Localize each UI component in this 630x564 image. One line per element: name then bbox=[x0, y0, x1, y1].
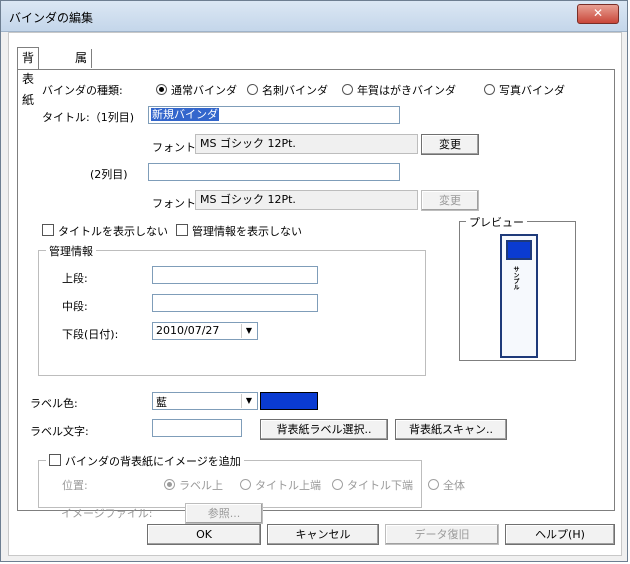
date-value: 2010/07/27 bbox=[156, 324, 220, 337]
radio-title-top[interactable]: タイトル上端 bbox=[240, 477, 321, 493]
radio-label: 全体 bbox=[443, 479, 465, 492]
label-color-label: ラベル色: bbox=[30, 397, 78, 410]
upper-input[interactable] bbox=[152, 266, 318, 284]
position-label: 位置: bbox=[62, 479, 88, 492]
ok-button[interactable]: OK bbox=[147, 524, 261, 545]
radio-card-binder[interactable]: 名刺バインダ bbox=[247, 82, 328, 98]
radio-normal-binder[interactable]: 通常バインダ bbox=[156, 82, 237, 98]
radio-dot bbox=[342, 84, 353, 95]
radio-dot bbox=[164, 479, 175, 490]
title2-label: (2列目) bbox=[90, 168, 128, 181]
close-button[interactable]: ✕ bbox=[577, 4, 619, 24]
upper-label: 上段: bbox=[62, 272, 88, 285]
radio-dot bbox=[156, 84, 167, 95]
spine-preview: サンプル bbox=[500, 234, 538, 358]
binder-edit-dialog: バインダの編集 ✕ 背表紙 属性 バインダの種類: 通常バインダ 名刺バインダ … bbox=[0, 0, 628, 562]
radio-on-label[interactable]: ラベル上 bbox=[164, 477, 223, 493]
dialog-body: 背表紙 属性 バインダの種類: 通常バインダ 名刺バインダ 年賀はがきバインダ … bbox=[8, 32, 622, 556]
title-bar: バインダの編集 ✕ bbox=[1, 1, 627, 32]
add-image-checkbox[interactable]: バインダの背表紙にイメージを追加 bbox=[46, 453, 244, 469]
tab-attributes[interactable]: 属性 bbox=[71, 49, 93, 84]
tab-spine[interactable]: 背表紙 bbox=[17, 47, 40, 107]
checkbox-box bbox=[49, 454, 61, 466]
label-color-value: 藍 bbox=[156, 396, 167, 409]
radio-label: 名刺バインダ bbox=[262, 84, 328, 97]
management-group-title: 管理情報 bbox=[46, 243, 96, 259]
radio-newyear-binder[interactable]: 年賀はがきバインダ bbox=[342, 82, 456, 98]
image-file-label: イメージファイル: bbox=[61, 507, 153, 520]
title1-input[interactable]: 新規バインダ bbox=[148, 106, 400, 124]
title2-input[interactable] bbox=[148, 163, 400, 181]
radio-label: 通常バインダ bbox=[171, 84, 237, 97]
title2-font-change-button[interactable]: 変更 bbox=[421, 190, 479, 211]
title1-font-change-button[interactable]: 変更 bbox=[421, 134, 479, 155]
label-text-input[interactable] bbox=[152, 419, 242, 437]
label-text-label: ラベル文字: bbox=[30, 425, 89, 438]
radio-photo-binder[interactable]: 写真バインダ bbox=[484, 82, 565, 98]
cancel-button[interactable]: キャンセル bbox=[267, 524, 379, 545]
hide-management-checkbox[interactable]: 管理情報を表示しない bbox=[176, 223, 302, 239]
preview-title: プレビュー bbox=[466, 214, 527, 230]
radio-dot bbox=[332, 479, 343, 490]
radio-whole[interactable]: 全体 bbox=[428, 477, 465, 493]
checkbox-box bbox=[176, 224, 188, 236]
title2-font-display: MS ゴシック 12Pt. bbox=[195, 190, 418, 210]
data-restore-button[interactable]: データ復旧 bbox=[385, 524, 499, 545]
radio-dot bbox=[247, 84, 258, 95]
spine-scan-button[interactable]: 背表紙スキャン.. bbox=[395, 419, 507, 440]
spine-panel: バインダの種類: 通常バインダ 名刺バインダ 年賀はがきバインダ 写真バインダ … bbox=[17, 69, 615, 511]
help-button[interactable]: ヘルプ(H) bbox=[505, 524, 615, 545]
title1-label: タイトル:（1列目) bbox=[42, 111, 134, 124]
title1-font-label: フォント: bbox=[152, 141, 200, 154]
title2-font-label: フォント: bbox=[152, 197, 200, 210]
spine-sample-text: サンプル bbox=[512, 266, 519, 290]
spine-label-select-button[interactable]: 背表紙ラベル選択.. bbox=[260, 419, 388, 440]
radio-label: 写真バインダ bbox=[499, 84, 565, 97]
radio-dot bbox=[484, 84, 495, 95]
binder-type-label: バインダの種類: bbox=[42, 84, 123, 97]
title1-value: 新規バインダ bbox=[151, 108, 219, 121]
chevron-down-icon[interactable]: ▼ bbox=[241, 394, 256, 408]
checkbox-label: バインダの背表紙にイメージを追加 bbox=[65, 455, 241, 468]
middle-label: 中段: bbox=[62, 300, 88, 313]
label-color-swatch bbox=[260, 392, 318, 410]
spine-label-color bbox=[506, 240, 532, 260]
hide-title-checkbox[interactable]: タイトルを表示しない bbox=[42, 223, 168, 239]
radio-dot bbox=[428, 479, 439, 490]
radio-label: タイトル上端 bbox=[255, 479, 321, 492]
chevron-down-icon[interactable]: ▼ bbox=[241, 324, 256, 338]
window-title: バインダの編集 bbox=[9, 11, 94, 25]
title1-font-display: MS ゴシック 12Pt. bbox=[195, 134, 418, 154]
browse-button[interactable]: 参照... bbox=[185, 503, 263, 524]
checkbox-box bbox=[42, 224, 54, 236]
label-color-dropdown[interactable]: 藍 ▼ bbox=[152, 392, 258, 410]
radio-label: 年賀はがきバインダ bbox=[357, 84, 456, 97]
lower-date-label: 下段(日付): bbox=[62, 328, 119, 341]
checkbox-label: 管理情報を表示しない bbox=[192, 225, 302, 238]
radio-title-bottom[interactable]: タイトル下端 bbox=[332, 477, 413, 493]
radio-label: ラベル上 bbox=[179, 479, 223, 492]
date-dropdown[interactable]: 2010/07/27 ▼ bbox=[152, 322, 258, 340]
radio-dot bbox=[240, 479, 251, 490]
radio-label: タイトル下端 bbox=[347, 479, 413, 492]
checkbox-label: タイトルを表示しない bbox=[58, 225, 168, 238]
middle-input[interactable] bbox=[152, 294, 318, 312]
